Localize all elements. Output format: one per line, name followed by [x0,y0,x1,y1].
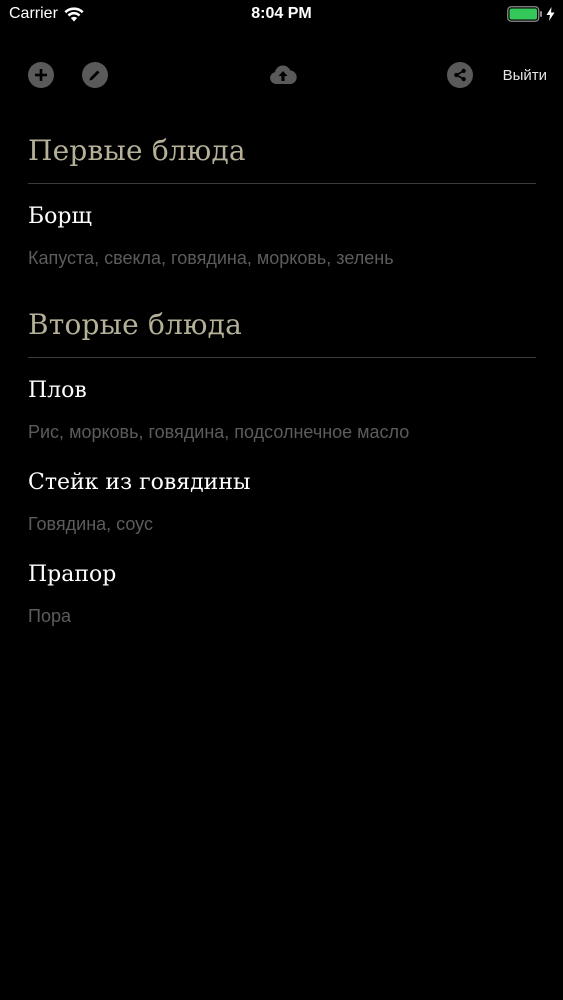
dish-ingredients: Капуста, свекла, говядина, морковь, зеле… [28,248,394,268]
share-button[interactable] [447,62,473,88]
toolbar: Выйти [0,58,563,92]
battery-indicator [507,6,555,22]
share-icon [454,68,466,82]
battery-icon [507,6,542,22]
status-time: 8:04 PM [251,5,312,22]
recipe-list: Первые блюда Борщ Капуста, свекла, говяд… [28,126,536,628]
upload-button[interactable] [268,63,298,87]
dish-ingredients: Пора [28,606,71,626]
dish-ingredients: Говядина, соус [28,514,153,534]
section-title: Первые блюда [28,134,246,167]
list-item[interactable]: Прапор Пора [28,536,536,628]
list-item[interactable]: Стейк из говядины Говядина, соус [28,444,536,536]
section-title: Вторые блюда [28,308,242,341]
charging-bolt-icon [546,7,555,21]
cloud-upload-icon [270,65,297,84]
plus-icon [35,69,47,81]
dish-ingredients: Рис, морковь, говядина, подсолнечное мас… [28,422,410,442]
edit-button[interactable] [82,62,108,88]
dish-name: Плов [28,378,87,403]
logout-button[interactable]: Выйти [503,67,547,84]
dish-name: Борщ [28,204,92,229]
list-item[interactable]: Борщ Капуста, свекла, говядина, морковь,… [28,184,536,270]
section-second-courses: Вторые блюда Плов Рис, морковь, говядина… [28,300,536,628]
add-button[interactable] [28,62,54,88]
section-first-courses: Первые блюда Борщ Капуста, свекла, говяд… [28,126,536,270]
status-bar: Carrier 8:04 PM [0,0,563,30]
pencil-icon [89,70,100,81]
dish-name: Стейк из говядины [28,470,251,495]
list-item[interactable]: Плов Рис, морковь, говядина, подсолнечно… [28,358,536,444]
dish-name: Прапор [28,562,117,587]
